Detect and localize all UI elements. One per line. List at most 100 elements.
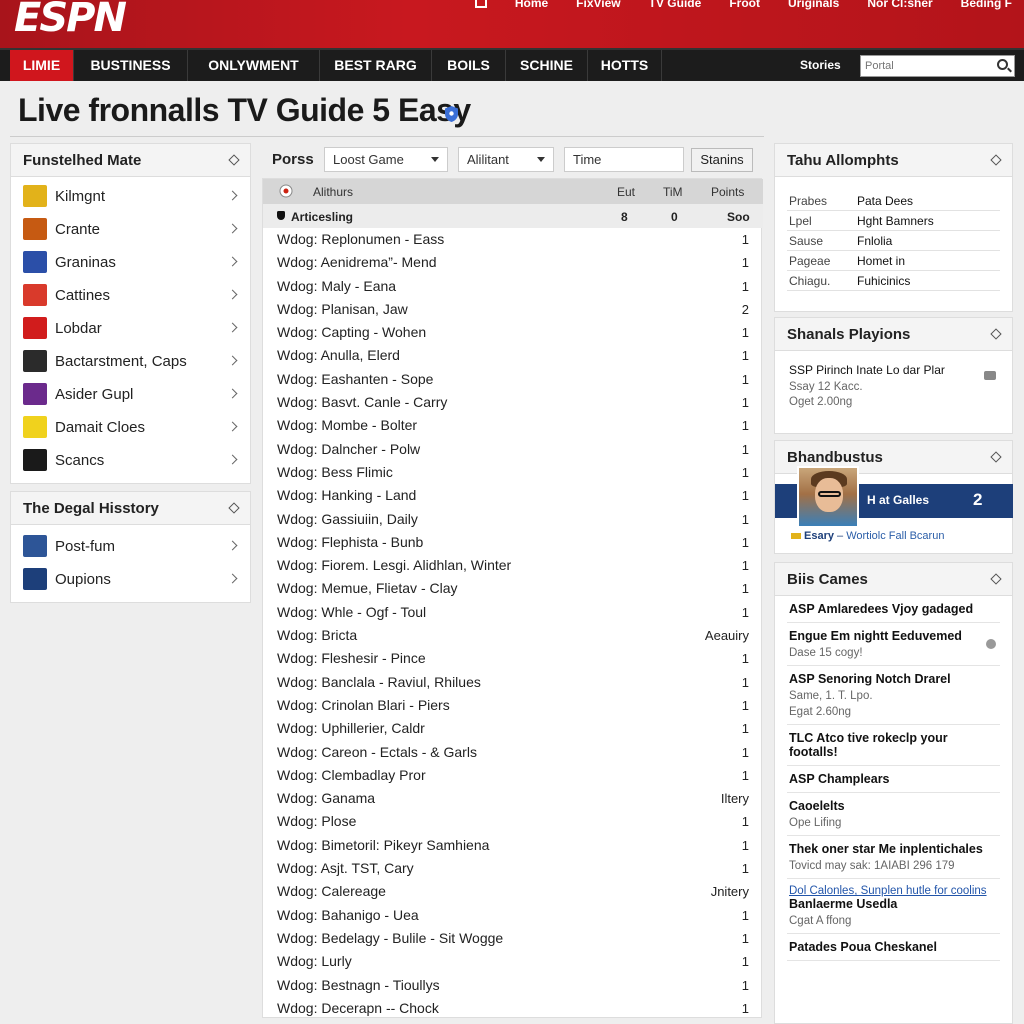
chevron-right-icon[interactable] xyxy=(227,256,238,267)
news-link[interactable]: Dol Calonles, Sunplen hutle for coolins xyxy=(789,885,998,897)
game-select[interactable]: Loost Game xyxy=(324,147,448,172)
listing-row[interactable]: Wdog: Aenidrema”- Mend 1 xyxy=(263,251,763,274)
espn-logo[interactable]: ESPN xyxy=(14,0,127,38)
news-item[interactable]: Patades Poua Cheskanel xyxy=(787,934,1000,961)
news-item[interactable]: ASP Amlaredees Vjoy gadaged xyxy=(787,596,1000,623)
news-item[interactable]: ASP Champlears xyxy=(787,766,1000,793)
listing-row[interactable]: Wdog: Flephista - Bunb 1 xyxy=(263,531,763,554)
col-header-tim[interactable]: TiM xyxy=(663,185,683,199)
news-title[interactable]: Thek oner star Me inplentichales xyxy=(789,842,998,856)
playoffs-item[interactable]: SSP Pirinch Inate Lo dar Plar Ssay 12 Ka… xyxy=(775,351,1012,414)
listing-row[interactable]: Wdog: Memue, Flietav - Clay 1 xyxy=(263,577,763,600)
search-icon[interactable] xyxy=(997,59,1008,70)
news-title[interactable]: Engue Em nightt Eeduvemed xyxy=(789,629,998,643)
sidebar-item[interactable]: Oupions xyxy=(11,563,250,596)
nav-item-hotts[interactable]: HOTTS xyxy=(588,50,662,81)
playoffs-title[interactable]: SSP Pirinch Inate Lo dar Plar xyxy=(789,363,998,377)
nav-item-onlywment[interactable]: ONLYWMENT xyxy=(188,50,320,81)
listing-row[interactable]: Wdog: Hanking - Land 1 xyxy=(263,484,763,507)
listing-row[interactable]: Wdog: Bricta Aeauiry xyxy=(263,624,763,647)
top-link-fixview[interactable]: FixView xyxy=(576,0,620,10)
news-title[interactable]: TLC Atco tive rokeclp your footalls! xyxy=(789,731,998,759)
news-item[interactable]: Dol Calonles, Sunplen hutle for coolins B… xyxy=(787,879,1000,934)
comment-icon[interactable] xyxy=(984,371,996,380)
chevron-right-icon[interactable] xyxy=(227,573,238,584)
search-input[interactable] xyxy=(860,55,1015,77)
collapse-icon[interactable] xyxy=(228,154,240,166)
home-icon[interactable] xyxy=(474,0,487,8)
chevron-right-icon[interactable] xyxy=(227,223,238,234)
sidebar-item[interactable]: Graninas xyxy=(11,246,250,279)
listing-row[interactable]: Wdog: Plose 1 xyxy=(263,810,763,833)
highlight-row[interactable]: Prabes Pata Dees xyxy=(787,191,1000,211)
listing-row[interactable]: Wdog: Ganama Iltery xyxy=(263,787,763,810)
listing-row[interactable]: Wdog: Calereage Jnitery xyxy=(263,880,763,903)
listing-row[interactable]: Wdog: Eashanten - Sope 1 xyxy=(263,368,763,391)
chevron-right-icon[interactable] xyxy=(227,421,238,432)
chevron-right-icon[interactable] xyxy=(227,322,238,333)
news-item[interactable]: Caoelelts Ope Lifing xyxy=(787,793,1000,836)
news-title[interactable]: ASP Champlears xyxy=(789,772,998,786)
news-title[interactable]: Caoelelts xyxy=(789,799,998,813)
sidebar-item[interactable]: Cattines xyxy=(11,279,250,312)
sidebar-item[interactable]: Kilmgnt xyxy=(11,180,250,213)
listing-row[interactable]: Wdog: Uphillerier, Caldr 1 xyxy=(263,717,763,740)
top-link-beding[interactable]: Beding F xyxy=(961,0,1012,10)
standings-button[interactable]: Stanins xyxy=(691,148,753,172)
caption-a[interactable]: Esary xyxy=(804,530,834,542)
top-link-originals[interactable]: Uriginals xyxy=(788,0,839,10)
col-header-eut[interactable]: Eut xyxy=(617,185,635,199)
listing-row[interactable]: Wdog: Decerapn -- Chock 1 xyxy=(263,997,763,1020)
chevron-right-icon[interactable] xyxy=(227,190,238,201)
nav-item-business[interactable]: BUSTINESS xyxy=(74,50,188,81)
listing-row[interactable]: Wdog: Careon - Ectals - & Garls 1 xyxy=(263,741,763,764)
listing-row[interactable]: Wdog: Bedelagy - Bulile - Sit Wogge 1 xyxy=(263,927,763,950)
listing-row[interactable]: Wdog: Fiorem. Lesgi. Alidhlan, Winter 1 xyxy=(263,554,763,577)
listing-row[interactable]: Wdog: Mombe - Bolter 1 xyxy=(263,414,763,437)
sidebar-item[interactable]: Lobdar xyxy=(11,312,250,345)
sidebar-item[interactable]: Damait Cloes xyxy=(11,411,250,444)
chevron-right-icon[interactable] xyxy=(227,355,238,366)
news-title[interactable]: Banlaerme Usedla xyxy=(789,897,998,911)
news-title[interactable]: Patades Poua Cheskanel xyxy=(789,940,998,954)
listing-row[interactable]: Wdog: Planisan, Jaw 2 xyxy=(263,298,763,321)
chevron-right-icon[interactable] xyxy=(227,289,238,300)
collapse-icon[interactable] xyxy=(990,154,1002,166)
sidebar-item[interactable]: Scancs xyxy=(11,444,250,477)
nav-stories[interactable]: Stories xyxy=(800,50,841,81)
chevron-right-icon[interactable] xyxy=(227,388,238,399)
news-item[interactable]: Thek oner star Me inplentichales Tovicd m… xyxy=(787,836,1000,879)
sidebar-item[interactable]: Post-fum xyxy=(11,530,250,563)
collapse-icon[interactable] xyxy=(990,573,1002,585)
chevron-right-icon[interactable] xyxy=(227,540,238,551)
collapse-icon[interactable] xyxy=(990,451,1002,463)
listing-row[interactable]: Wdog: Gassiuiin, Daily 1 xyxy=(263,508,763,531)
listing-row[interactable]: Wdog: Asjt. TST, Cary 1 xyxy=(263,857,763,880)
listing-row[interactable]: Wdog: Bestnagn - Tioullys 1 xyxy=(263,974,763,997)
listing-row[interactable]: Wdog: Dalncher - Polw 1 xyxy=(263,438,763,461)
player-avatar[interactable] xyxy=(797,466,859,528)
col-header-athletes[interactable]: Alithurs xyxy=(313,185,353,199)
collapse-icon[interactable] xyxy=(990,328,1002,340)
listing-row[interactable]: Wdog: Maly - Eana 1 xyxy=(263,275,763,298)
listing-row[interactable]: Wdog: Clembadlay Pror 1 xyxy=(263,764,763,787)
highlight-row[interactable]: Sause Fnlolia xyxy=(787,231,1000,251)
affiliate-select[interactable]: Alilitant xyxy=(458,147,554,172)
listing-row[interactable]: Wdog: Banclala - Raviul, Rhilues 1 xyxy=(263,671,763,694)
top-link-clasher[interactable]: Nor Cl:sher xyxy=(867,0,932,10)
top-link-froot[interactable]: Froot xyxy=(729,0,760,10)
caption-b[interactable]: Wortiolc Fall Bcarun xyxy=(846,530,944,542)
time-input[interactable]: Time xyxy=(564,147,684,172)
listing-row[interactable]: Wdog: Bimetoril: Pikeyr Samhiena 1 xyxy=(263,834,763,857)
highlight-row[interactable]: Chiagu. Fuhicinics xyxy=(787,271,1000,291)
listing-row[interactable]: Wdog: Whle - Ogf - Toul 1 xyxy=(263,601,763,624)
listing-row[interactable]: Wdog: Bess Flimic 1 xyxy=(263,461,763,484)
top-link-home[interactable]: Home xyxy=(515,0,548,10)
listing-row[interactable]: Wdog: Basvt. Canle - Carry 1 xyxy=(263,391,763,414)
news-title[interactable]: ASP Amlaredees Vjoy gadaged xyxy=(789,602,998,616)
sidebar-item[interactable]: Bactarstment, Caps xyxy=(11,345,250,378)
nav-item-boils[interactable]: BOILS xyxy=(432,50,506,81)
nav-item-best-rarg[interactable]: BEST RARG xyxy=(320,50,432,81)
listing-row[interactable]: Wdog: Bahanigo - Uea 1 xyxy=(263,904,763,927)
news-item[interactable]: Engue Em nightt Eeduvemed Dase 15 cogy! xyxy=(787,623,1000,666)
